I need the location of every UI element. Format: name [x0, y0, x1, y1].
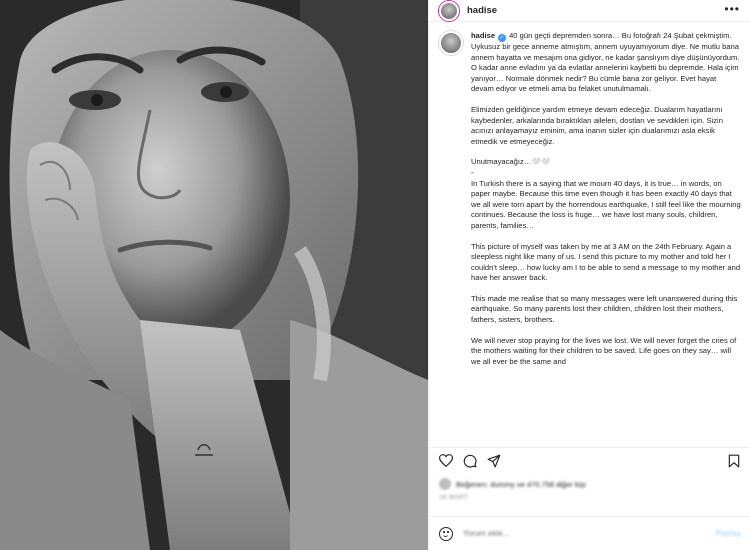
caption-row: hadise ✓ 40 gün geçti depremden sonra… Bu … [439, 31, 741, 367]
bookmark-icon[interactable] [727, 454, 741, 468]
likes-text[interactable]: Beğenen: dummy ve 470.758 diğer kişi [456, 480, 586, 489]
verified-icon: ✓ [498, 34, 507, 42]
caption-body: hadise ✓ 40 gün geçti depremden sonra… Bu … [471, 31, 741, 367]
post-photo[interactable] [0, 0, 428, 550]
likes-row[interactable]: Beğenen: dummy ve 470.758 diğer kişi [439, 477, 739, 491]
comment-icon[interactable] [463, 454, 477, 468]
caption-text-0: 40 gün geçti depremden sonra… Bu fotoğra… [471, 31, 740, 94]
caption-text-5: This picture of myself was taken by me a… [471, 241, 741, 283]
action-bar [429, 447, 750, 473]
caption-text-6: This made me realise that so many messag… [471, 293, 738, 325]
caption-avatar[interactable] [439, 31, 463, 55]
liker-avatar [439, 478, 451, 490]
caption-paragraph: hadise ✓ 40 gün geçti depremden sonra… Bu … [471, 31, 741, 95]
send-icon[interactable] [487, 454, 501, 468]
caption-text-1: Elimizden geldiğince yardım etmeye devam… [471, 104, 723, 146]
heart-icon[interactable] [439, 454, 453, 468]
caption-text-2: Unutmayacağız…🤍🤍 [471, 157, 551, 167]
caption-username[interactable]: hadise [471, 31, 495, 40]
post-header: hadise ••• [429, 0, 750, 22]
emoji-icon[interactable] [439, 526, 453, 541]
avatar[interactable] [439, 0, 459, 21]
caption-text-7: We will never stop praying for the lives… [471, 335, 737, 366]
caption-text-4: In Turkish there is a saying that we mou… [471, 178, 741, 230]
comment-box: Paylaş [429, 516, 750, 550]
caption-text-3: - [471, 167, 474, 177]
post-comment-button[interactable]: Paylaş [716, 529, 741, 538]
comment-input[interactable] [463, 524, 716, 543]
post-date: 16 MART [439, 494, 469, 501]
post-sidebar: hadise ••• hadise ✓ 40 gün geçti depremden… [428, 0, 750, 550]
photo-image [0, 0, 428, 550]
more-horizontal-icon[interactable]: ••• [724, 2, 740, 16]
caption-area: hadise ✓ 40 gün geçti depremden sonra… Bu … [429, 23, 750, 443]
post-username[interactable]: hadise [467, 5, 497, 16]
